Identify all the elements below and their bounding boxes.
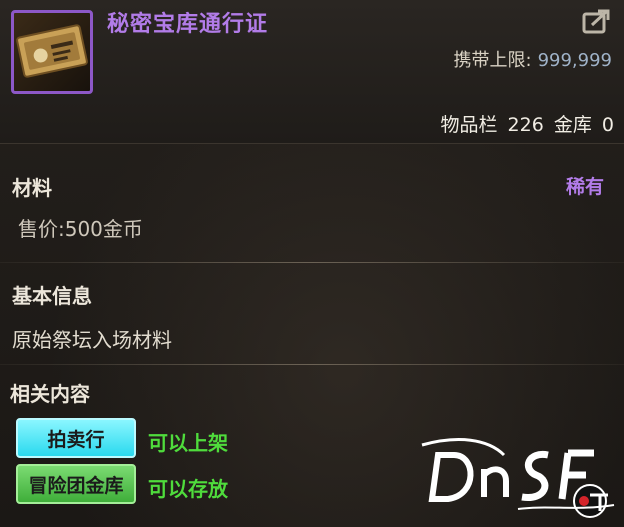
material-section-title: 材料 (12, 176, 52, 200)
item-tooltip-panel: 秘密宝库通行证 携带上限: 999,999 物品栏 226 金库 0 材料 稀有 … (0, 0, 624, 527)
carry-limit-value: 999,999 (537, 50, 612, 71)
sell-price: 售价:500金币 (18, 217, 143, 241)
auction-house-button[interactable]: 拍卖行 (16, 418, 136, 458)
item-description: 原始祭坛入场材料 (12, 328, 172, 352)
related-section-title: 相关内容 (10, 382, 90, 406)
watermark-logo (418, 425, 618, 521)
inventory-count: 226 (507, 114, 544, 136)
inventory-label: 物品栏 (440, 114, 498, 136)
inventory-count-row: 物品栏 226 金库 0 (436, 110, 614, 137)
bank-status: 可以存放 (148, 477, 228, 501)
share-icon[interactable] (582, 8, 612, 34)
section-divider (0, 262, 624, 263)
bank-label: 金库 (553, 114, 592, 136)
item-name: 秘密宝库通行证 (107, 12, 269, 37)
basic-info-section-title: 基本信息 (12, 284, 92, 308)
vault-pass-item-icon (11, 10, 93, 94)
carry-limit-label: 携带上限: (453, 50, 532, 71)
auction-status: 可以上架 (148, 431, 228, 455)
carry-limit-row: 携带上限: 999,999 (453, 46, 612, 72)
adventure-bank-button[interactable]: 冒险团金库 (16, 464, 136, 504)
rarity-label: 稀有 (565, 176, 604, 198)
section-divider (0, 364, 624, 365)
tooltip-header: 秘密宝库通行证 携带上限: 999,999 物品栏 226 金库 0 (0, 0, 624, 144)
bank-count: 0 (601, 114, 614, 136)
